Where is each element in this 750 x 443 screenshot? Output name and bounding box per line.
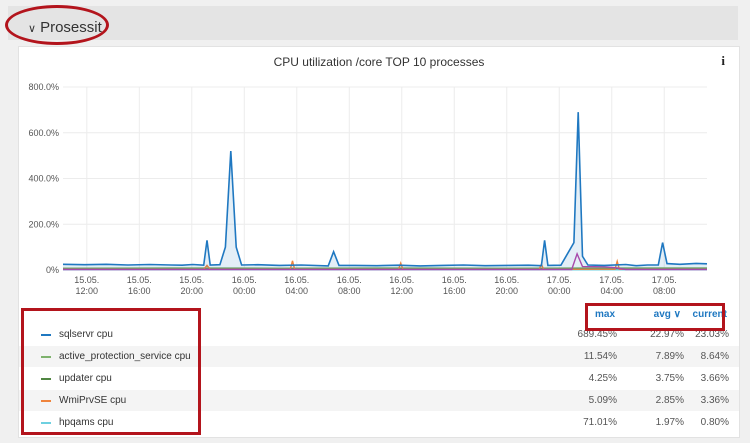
legend-max-value: 4.25% bbox=[588, 373, 617, 384]
x-tick-label: 15.05. 16:00 bbox=[127, 275, 152, 296]
legend-current-value: 0.80% bbox=[700, 417, 729, 428]
legend-current-value: 23.03% bbox=[695, 329, 729, 340]
legend-series-name[interactable]: active_protection_service cpu bbox=[59, 351, 191, 362]
x-tick-label: 16.05. 08:00 bbox=[337, 275, 362, 296]
y-tick-label: 400.0% bbox=[28, 174, 59, 184]
legend-header-current[interactable]: current bbox=[679, 309, 727, 320]
legend-item[interactable]: sqlservr cpu 689.45% 22.97% 23.03% bbox=[19, 324, 739, 345]
legend-series-name[interactable]: sqlservr cpu bbox=[59, 329, 113, 340]
x-tick-label: 15.05. 20:00 bbox=[179, 275, 204, 296]
x-tick-label: 15.05. 12:00 bbox=[74, 275, 99, 296]
x-tick-label: 17.05. 04:00 bbox=[599, 275, 624, 296]
legend-item[interactable]: updater cpu 4.25% 3.75% 3.66% bbox=[19, 368, 739, 389]
legend-swatch[interactable] bbox=[41, 422, 51, 424]
chevron-down-icon: ∨ bbox=[28, 23, 37, 35]
legend-swatch[interactable] bbox=[41, 334, 51, 336]
legend-series-name[interactable]: updater cpu bbox=[59, 373, 112, 384]
x-tick-label: 17.05. 08:00 bbox=[652, 275, 677, 296]
series-line[interactable] bbox=[62, 112, 708, 267]
legend-header-avg[interactable]: avg ∨ bbox=[631, 309, 681, 320]
x-tick-label: 17.05. 00:00 bbox=[547, 275, 572, 296]
legend-max-value: 11.54% bbox=[583, 351, 617, 362]
legend-max-value: 689.45% bbox=[577, 329, 617, 340]
x-tick-label: 16.05. 12:00 bbox=[389, 275, 414, 296]
cpu-panel: CPU utilization /core TOP 10 processes i… bbox=[18, 46, 740, 438]
legend-swatch[interactable] bbox=[41, 378, 51, 380]
legend-swatch[interactable] bbox=[41, 356, 51, 358]
legend-item[interactable]: WmiPrvSE cpu 5.09% 2.85% 3.36% bbox=[19, 390, 739, 411]
row-header[interactable]: ∨ Prosessit bbox=[8, 6, 738, 40]
legend-current-value: 8.64% bbox=[700, 351, 729, 362]
y-tick-label: 800.0% bbox=[28, 82, 59, 92]
row-title: Prosessit bbox=[40, 19, 102, 36]
series-area-sqlservr bbox=[63, 112, 707, 270]
legend-item[interactable]: hpqams cpu 71.01% 1.97% 0.80% bbox=[19, 412, 739, 433]
legend-header-avg-label: avg bbox=[653, 309, 671, 320]
legend-max-value: 71.01% bbox=[583, 417, 617, 428]
legend-series-name[interactable]: WmiPrvSE cpu bbox=[59, 395, 126, 406]
legend-current-value: 3.36% bbox=[700, 395, 729, 406]
legend-max-value: 5.09% bbox=[588, 395, 617, 406]
y-tick-label: 600.0% bbox=[28, 128, 59, 138]
legend-current-value: 3.66% bbox=[700, 373, 729, 384]
legend-header-max[interactable]: max bbox=[585, 309, 615, 320]
cpu-chart[interactable]: 800.0% 600.0% 400.0% 200.0% 0% 15.05. 12:00 15.… bbox=[19, 47, 739, 307]
row-collapse-toggle[interactable]: ∨ Prosessit bbox=[28, 19, 102, 36]
x-tick-label: 16.05. 20:00 bbox=[494, 275, 519, 296]
legend-item[interactable]: active_protection_service cpu 11.54% 7.89%… bbox=[19, 346, 739, 367]
x-tick-label: 16.05. 16:00 bbox=[442, 275, 467, 296]
x-tick-label: 16.05. 00:00 bbox=[232, 275, 257, 296]
x-tick-label: 16.05. 04:00 bbox=[284, 275, 309, 296]
y-tick-label: 200.0% bbox=[28, 219, 59, 229]
y-tick-label: 0% bbox=[46, 265, 59, 275]
legend-swatch[interactable] bbox=[41, 400, 51, 402]
legend-series-name[interactable]: hpqams cpu bbox=[59, 417, 113, 428]
